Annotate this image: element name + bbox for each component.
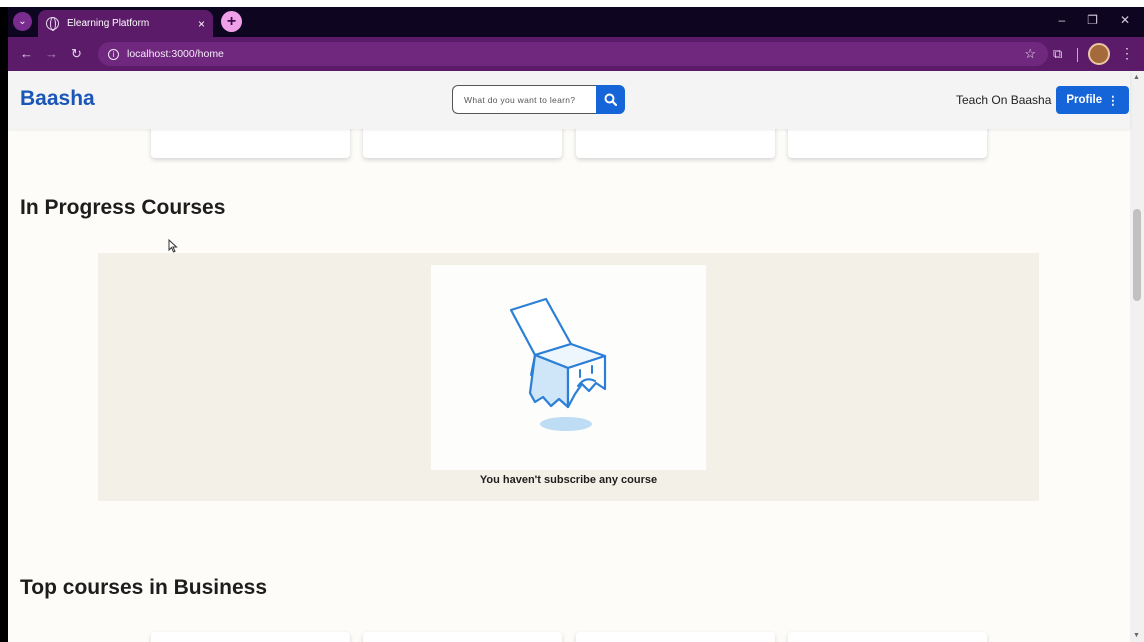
restore-button[interactable]: ❐ bbox=[1087, 13, 1098, 27]
scroll-up-icon[interactable]: ▲ bbox=[1133, 74, 1140, 81]
tab-title: Elearning Platform bbox=[67, 18, 150, 29]
new-tab-button[interactable]: + bbox=[221, 11, 242, 32]
profile-label: Profile bbox=[1066, 94, 1103, 106]
profile-button[interactable]: Profile ⋮ bbox=[1056, 86, 1129, 114]
in-progress-heading: In Progress Courses bbox=[20, 196, 226, 219]
empty-illustration bbox=[431, 265, 706, 470]
page-viewport: Baasha Teach On Baasha Profile ⋮ In Prog… bbox=[8, 71, 1144, 642]
back-arrow-icon[interactable]: ← bbox=[20, 46, 33, 61]
star-icon[interactable]: ☆ bbox=[1024, 46, 1036, 62]
extensions-icon[interactable]: ⧉ bbox=[1053, 46, 1062, 62]
address-bar[interactable]: i localhost:3000/home ☆ bbox=[98, 42, 1048, 66]
window-frame bbox=[0, 0, 1144, 7]
business-heading: Top courses in Business bbox=[20, 576, 268, 599]
avatar[interactable] bbox=[1088, 43, 1110, 65]
browser-toolbar: ← → ↻ i localhost:3000/home ☆ ⧉ ⋮ bbox=[8, 37, 1144, 71]
scroll-thumb[interactable] bbox=[1133, 209, 1141, 301]
course-card[interactable] bbox=[576, 632, 775, 642]
url-text: localhost:3000/home bbox=[127, 48, 224, 60]
search-icon bbox=[604, 93, 617, 106]
site-navbar: Baasha Teach On Baasha Profile ⋮ bbox=[8, 71, 1130, 129]
forward-arrow-icon[interactable]: → bbox=[45, 46, 58, 61]
tab-search-button[interactable]: ⌄ bbox=[13, 12, 32, 31]
scroll-down-icon[interactable]: ▼ bbox=[1133, 632, 1140, 639]
close-window-button[interactable]: ✕ bbox=[1120, 13, 1130, 27]
window-controls: – ❐ ✕ bbox=[1058, 13, 1130, 27]
search-button[interactable] bbox=[596, 85, 625, 114]
globe-icon bbox=[46, 17, 59, 31]
toolbar-divider bbox=[1077, 48, 1078, 62]
reload-icon[interactable]: ↻ bbox=[71, 46, 82, 62]
site-info-icon[interactable]: i bbox=[108, 48, 119, 60]
teach-on-link[interactable]: Teach On Baasha bbox=[956, 93, 1051, 107]
page-scrollbar[interactable]: ▲ ▼ bbox=[1130, 71, 1144, 642]
empty-state-panel: You haven't subscribe any course bbox=[98, 253, 1039, 501]
profile-menu-icon: ⋮ bbox=[1107, 95, 1119, 107]
empty-state-message: You haven't subscribe any course bbox=[479, 474, 658, 486]
browser-menu-icon[interactable]: ⋮ bbox=[1120, 45, 1134, 62]
course-card[interactable] bbox=[788, 632, 987, 642]
empty-box-icon bbox=[509, 297, 607, 431]
browser-tab[interactable]: Elearning Platform × bbox=[38, 10, 213, 37]
minimize-button[interactable]: – bbox=[1058, 13, 1065, 27]
cursor-icon bbox=[168, 239, 178, 253]
brand-logo[interactable]: Baasha bbox=[20, 87, 95, 111]
tab-strip: ⌄ Elearning Platform × + – ❐ ✕ bbox=[8, 7, 1144, 37]
search-bar bbox=[452, 85, 625, 114]
search-input[interactable] bbox=[452, 85, 596, 114]
course-card[interactable] bbox=[363, 632, 562, 642]
tab-close-button[interactable]: × bbox=[198, 17, 205, 31]
course-card[interactable] bbox=[151, 632, 350, 642]
